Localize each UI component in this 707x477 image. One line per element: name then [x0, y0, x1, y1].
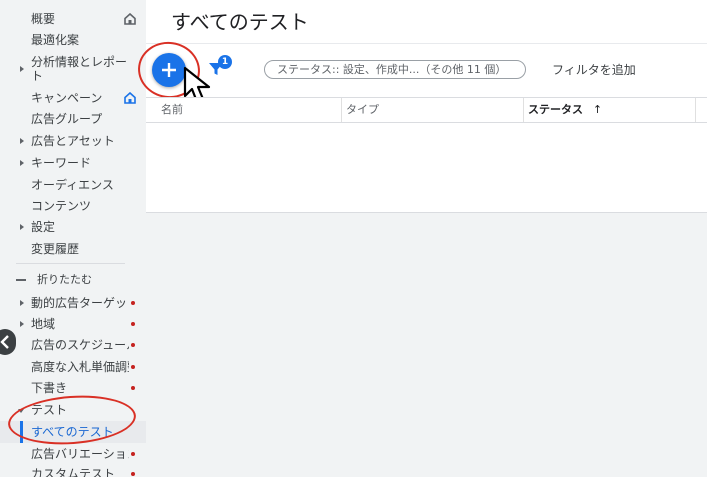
status-dot	[131, 322, 135, 326]
sidebar-item-drafts[interactable]: 下書き	[0, 377, 146, 399]
sidebar-item-settings[interactable]: 設定	[0, 216, 146, 238]
status-dot	[131, 301, 135, 305]
column-header-status-label: ステータス	[528, 103, 583, 116]
sidebar-item-audiences[interactable]: オーディエンス	[0, 174, 146, 196]
sidebar-item-label: 下書き	[31, 381, 68, 395]
sidebar-item-label: コンテンツ	[31, 199, 92, 213]
home-icon	[124, 92, 136, 104]
header-divider	[146, 43, 707, 44]
sidebar-item-label: テスト	[31, 403, 68, 417]
sidebar-item-custom-experiments[interactable]: カスタムテスト	[0, 463, 146, 477]
status-dot	[131, 386, 135, 390]
collapse-label: 折りたたむ	[37, 273, 92, 286]
sidebar-item-label: 広告とアセット	[31, 134, 115, 148]
main-content: すべてのテスト 1 ステータス:: 設定、作成中...（その他 11 個） フィ…	[134, 0, 707, 477]
sidebar-item-overview[interactable]: 概要	[0, 8, 146, 30]
sidebar-item-experiments[interactable]: テスト	[0, 399, 146, 421]
status-dot	[131, 472, 135, 476]
sidebar-item-ad-variations[interactable]: 広告バリエーション	[0, 443, 146, 465]
sort-ascending-icon: ↑	[592, 103, 603, 116]
sidebar-item-label: 地域	[31, 317, 56, 331]
content-background	[146, 213, 707, 477]
sidebar-divider	[16, 263, 125, 264]
status-dot	[131, 343, 135, 347]
sidebar-item-locations[interactable]: 地域	[0, 313, 146, 335]
page-title: すべてのテスト	[171, 10, 309, 34]
sidebar-item-change-history[interactable]: 変更履歴	[0, 238, 146, 260]
sidebar-item-label: オーディエンス	[31, 178, 114, 192]
expand-arrow-icon	[20, 321, 24, 327]
sidebar-item-recommendations[interactable]: 最適化案	[0, 29, 146, 51]
sidebar-item-label: 広告グループ	[31, 112, 103, 126]
sidebar-item-label: 分析情報とレポート	[31, 55, 128, 83]
sidebar-item-all-experiments[interactable]: すべてのテスト	[0, 421, 146, 443]
expand-arrow-icon	[20, 300, 24, 306]
add-experiment-button[interactable]	[152, 53, 186, 87]
column-header-more[interactable]	[695, 98, 707, 122]
sidebar-item-label: 設定	[31, 220, 56, 234]
expand-arrow-icon	[20, 160, 24, 166]
column-header-status[interactable]: ステータス ↑	[523, 98, 698, 122]
table-body-empty	[146, 123, 707, 213]
add-filter-button[interactable]: フィルタを追加	[552, 61, 636, 79]
sidebar-item-label: 広告バリエーション	[31, 447, 129, 461]
sidebar-item-label: 変更履歴	[31, 242, 80, 256]
expand-arrow-icon	[20, 138, 24, 144]
table-header: 名前 タイプ ステータス ↑	[146, 97, 707, 123]
sidebar-item-label: カスタムテスト	[31, 467, 116, 477]
expand-arrow-icon	[20, 66, 24, 72]
collapse-arrow-icon	[18, 409, 24, 413]
minus-icon	[16, 279, 26, 281]
sidebar: 概要 最適化案 分析情報とレポート キャンペーン 広告グループ 広告とアセット …	[0, 0, 146, 477]
sidebar-item-label: すべてのテスト	[31, 425, 114, 439]
sidebar-item-campaigns[interactable]: キャンペーン	[0, 87, 146, 109]
sidebar-item-ad-groups[interactable]: 広告グループ	[0, 108, 146, 130]
home-icon	[124, 13, 136, 25]
sidebar-item-keywords[interactable]: キーワード	[0, 152, 146, 174]
status-filter-chip[interactable]: ステータス:: 設定、作成中...（その他 11 個）	[264, 60, 526, 79]
sidebar-item-dynamic-ad-targets[interactable]: 動的広告ターゲット	[0, 292, 146, 314]
chevron-left-icon	[0, 335, 9, 349]
sidebar-item-label: キャンペーン	[31, 91, 103, 105]
sidebar-item-ad-schedule[interactable]: 広告のスケジュール	[0, 334, 146, 356]
sidebar-item-label: キーワード	[31, 156, 92, 170]
sidebar-item-label: 概要	[31, 12, 56, 26]
sidebar-item-label: 広告のスケジュール	[31, 338, 129, 352]
sidebar-item-label: 最適化案	[31, 33, 80, 47]
filter-count-badge: 1	[218, 55, 232, 69]
sidebar-item-label: 高度な入札単価調整	[31, 360, 129, 374]
sidebar-item-label: 動的広告ターゲット	[31, 296, 129, 310]
plus-icon	[162, 63, 176, 77]
status-dot	[131, 452, 135, 456]
sidebar-item-content[interactable]: コンテンツ	[0, 195, 146, 217]
sidebar-item-ads-assets[interactable]: 広告とアセット	[0, 130, 146, 152]
status-dot	[131, 365, 135, 369]
sidebar-item-insights-reports[interactable]: 分析情報とレポート	[0, 52, 146, 86]
column-header-name[interactable]: 名前	[161, 98, 341, 122]
sidebar-collapse[interactable]: 折りたたむ	[0, 269, 146, 291]
expand-arrow-icon	[20, 224, 24, 230]
column-header-type[interactable]: タイプ	[341, 98, 530, 122]
sidebar-item-advanced-bid-adjustments[interactable]: 高度な入札単価調整	[0, 356, 146, 378]
